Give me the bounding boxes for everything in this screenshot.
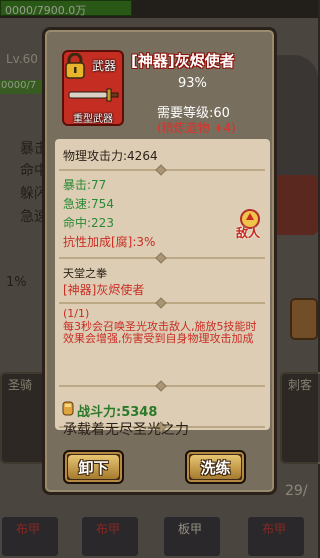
physical-attack: 物理攻击力:4264 <box>63 149 158 163</box>
reroll-button[interactable]: 洗练 <box>185 450 246 484</box>
set-count: (1/1) <box>63 307 90 320</box>
stat-crit: 暴击:77 <box>63 178 107 192</box>
divider <box>59 380 265 392</box>
combat-power: 战斗力:5348 <box>77 401 157 420</box>
unequip-button-label: 卸下 <box>78 459 109 477</box>
reroll-button-label: 洗练 <box>200 459 231 477</box>
set-item: [神器]灰烬使者 <box>63 283 145 297</box>
item-description: 每3秒会召唤圣光攻击敌人,施放5技能时效果会增强,伤害受到自身物理攻击加成 <box>63 320 257 345</box>
item-detail-popup: 武器 重型武器 [神器]灰烬使者 93% 需要等级:60 (精炼造物 +4) 物… <box>42 27 277 495</box>
enemy-badge-label: 敌人 <box>236 226 261 240</box>
item-title: [神器]灰烬使者 <box>131 52 235 70</box>
divider <box>59 252 265 264</box>
flavor-text: 承载着无尽圣光之力 <box>63 422 189 438</box>
stat-hit: 命中:223 <box>63 216 114 230</box>
divider <box>59 164 265 176</box>
combat-power-label: 战斗力: <box>77 405 122 420</box>
fist-icon <box>62 401 74 416</box>
stat-resist-bonus: 抗性加成[腐]:3% <box>63 235 156 249</box>
set-name: 天堂之拳 <box>63 267 107 280</box>
unequip-button[interactable]: 卸下 <box>63 450 124 484</box>
item-percent: 93% <box>178 76 207 91</box>
refine-level: (精炼造物 +4) <box>157 121 236 135</box>
heavy-weapon-icon <box>68 88 119 102</box>
item-icon-name: 重型武器 <box>73 114 113 125</box>
combat-power-value: 5348 <box>121 405 158 420</box>
item-icon: 武器 重型武器 <box>62 50 124 126</box>
divider <box>59 297 265 309</box>
lock-icon[interactable] <box>64 53 86 79</box>
stat-haste: 急速:754 <box>63 197 114 211</box>
item-slot-type: 武器 <box>92 59 117 73</box>
item-stats-panel: 物理攻击力:4264 暴击:77 急速:754 命中:223 抗性加成[腐]:3… <box>55 139 270 433</box>
